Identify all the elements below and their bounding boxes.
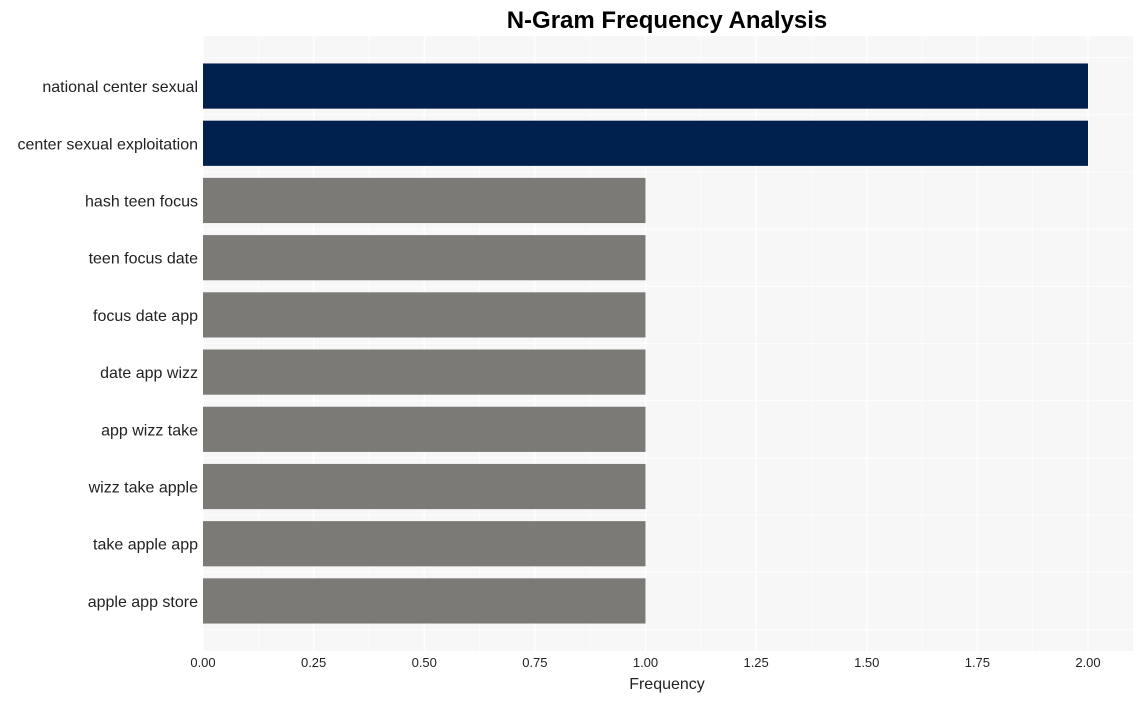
- x-tick-label: 0.25: [301, 655, 326, 670]
- bar: [203, 349, 646, 395]
- bar: [203, 63, 1088, 109]
- bar: [203, 292, 646, 338]
- x-tick-label: 1.25: [743, 655, 768, 670]
- y-tick-label: hash teen focus: [85, 193, 198, 210]
- x-tick-label: 0.75: [522, 655, 547, 670]
- x-tick-label: 1.00: [633, 655, 658, 670]
- x-tick-label: 0.50: [412, 655, 437, 670]
- y-tick-label: take apple app: [93, 537, 198, 554]
- bar: [203, 521, 646, 567]
- bar: [203, 463, 646, 510]
- x-tick-label: 0.00: [190, 655, 215, 670]
- y-tick-labels: national center sexual center sexual expl…: [17, 79, 198, 611]
- bar: [203, 120, 1088, 166]
- y-tick-label: app wizz take: [101, 422, 198, 439]
- bar: [203, 235, 646, 281]
- y-tick-label: teen focus date: [89, 251, 199, 268]
- x-tick-label: 1.75: [965, 655, 990, 670]
- x-axis-label: Frequency: [629, 676, 705, 693]
- x-tick-labels: 0.00 0.25 0.50 0.75 1.00 1.25 1.50 1.75 2.00: [190, 655, 1100, 670]
- y-tick-label: wizz take apple: [88, 480, 198, 497]
- x-tick-label: 1.50: [854, 655, 879, 670]
- bar: [203, 578, 646, 624]
- y-tick-label: national center sexual: [42, 79, 198, 96]
- y-tick-label: apple app store: [88, 594, 198, 611]
- bar: [203, 177, 646, 224]
- chart-title: N-Gram Frequency Analysis: [507, 7, 828, 34]
- chart: national center sexual center sexual expl…: [17, 7, 1133, 693]
- x-tick-label: 2.00: [1075, 655, 1100, 670]
- bar: [203, 406, 646, 452]
- y-tick-label: date app wizz: [100, 365, 198, 382]
- y-tick-label: center sexual exploitation: [17, 136, 198, 153]
- y-tick-label: focus date app: [93, 308, 198, 325]
